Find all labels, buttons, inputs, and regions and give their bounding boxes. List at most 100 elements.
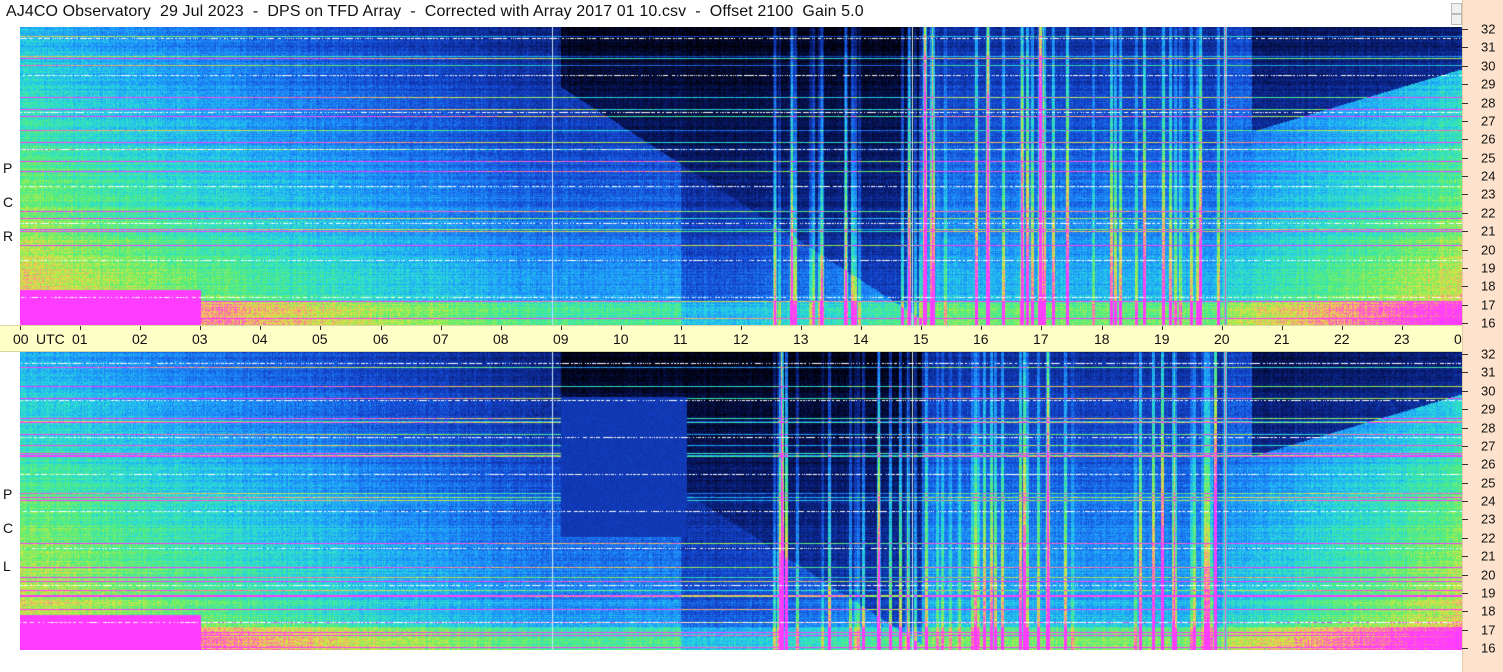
freq-tick <box>1462 501 1468 502</box>
freq-label-top-27: 27 <box>1481 113 1496 129</box>
time-label-1: UTC <box>36 331 65 347</box>
pol-letter-top-3: R <box>3 228 14 244</box>
time-axis: 00 UTC 01 02 03 04 05 06 07 08 09 10 11 12 13 14 15 16 17 1… <box>0 325 1493 352</box>
freq-label-top-20: 20 <box>1481 242 1496 258</box>
time-tick <box>1041 326 1042 330</box>
time-label-18: 17 <box>1033 331 1049 347</box>
time-tick <box>441 326 442 330</box>
freq-tick <box>1462 213 1468 214</box>
freq-label-bottom-17: 17 <box>1481 622 1496 638</box>
time-tick <box>561 326 562 330</box>
freq-label-top-22: 22 <box>1481 205 1496 221</box>
pol-letter-top-1: P <box>3 160 13 176</box>
time-tick <box>260 326 261 330</box>
scroll-up-button[interactable] <box>1451 3 1462 14</box>
freq-tick <box>1462 556 1468 557</box>
time-tick <box>1102 326 1103 330</box>
freq-tick <box>1462 648 1468 649</box>
freq-tick <box>1462 630 1468 631</box>
pol-letter-bottom-1: P <box>3 486 13 502</box>
freq-tick <box>1462 372 1468 373</box>
time-tick <box>1402 326 1403 330</box>
freq-label-top-24: 24 <box>1481 168 1496 184</box>
time-label-14: 13 <box>793 331 809 347</box>
time-tick <box>20 326 21 330</box>
freq-label-bottom-31: 31 <box>1481 364 1496 380</box>
time-label-22: 21 <box>1274 331 1290 347</box>
freq-label-bottom-30: 30 <box>1481 383 1496 399</box>
freq-label-top-18: 18 <box>1481 278 1496 294</box>
time-tick <box>1222 326 1223 330</box>
pol-letter-top-2: C <box>3 194 14 210</box>
time-label-3: 02 <box>132 331 148 347</box>
time-tick <box>320 326 321 330</box>
freq-tick <box>1462 121 1468 122</box>
freq-tick <box>1462 47 1468 48</box>
time-label-7: 06 <box>373 331 389 347</box>
time-tick <box>501 326 502 330</box>
pol-letter-bottom-3: L <box>3 558 11 574</box>
freq-tick <box>1462 611 1468 612</box>
time-tick <box>801 326 802 330</box>
freq-tick <box>1462 158 1468 159</box>
time-tick <box>861 326 862 330</box>
freq-tick <box>1462 194 1468 195</box>
freq-tick <box>1462 593 1468 594</box>
freq-label-bottom-18: 18 <box>1481 603 1496 619</box>
freq-tick <box>1462 323 1468 324</box>
title-bar: AJ4CO Observatory 29 Jul 2023 - DPS on T… <box>0 0 1462 28</box>
freq-tick <box>1462 305 1468 306</box>
time-label-8: 07 <box>433 331 449 347</box>
time-tick <box>1162 326 1163 330</box>
freq-label-bottom-32: 32 <box>1481 346 1496 362</box>
time-tick <box>1282 326 1283 330</box>
freq-tick <box>1462 354 1468 355</box>
time-label-19: 18 <box>1094 331 1110 347</box>
freq-label-top-19: 19 <box>1481 260 1496 276</box>
chart-title: AJ4CO Observatory 29 Jul 2023 - DPS on T… <box>6 3 864 20</box>
rcp-spectrogram-image <box>20 27 1462 325</box>
freq-label-top-25: 25 <box>1481 150 1496 166</box>
freq-tick <box>1462 483 1468 484</box>
freq-label-bottom-16: 16 <box>1481 640 1496 656</box>
freq-label-bottom-25: 25 <box>1481 475 1496 491</box>
time-label-21: 20 <box>1214 331 1230 347</box>
freq-tick <box>1462 66 1468 67</box>
time-tick <box>80 326 81 330</box>
freq-tick <box>1462 29 1468 30</box>
time-tick <box>1342 326 1343 330</box>
time-label-17: 16 <box>973 331 989 347</box>
freq-tick <box>1462 103 1468 104</box>
time-label-2: 01 <box>72 331 88 347</box>
scroll-down-button[interactable] <box>1451 14 1462 25</box>
lcp-spectrogram-panel <box>20 352 1462 650</box>
freq-tick <box>1462 464 1468 465</box>
freq-tick <box>1462 428 1468 429</box>
rcp-spectrogram-panel <box>20 27 1462 325</box>
freq-tick <box>1462 575 1468 576</box>
freq-label-top-21: 21 <box>1481 223 1496 239</box>
freq-label-bottom-21: 21 <box>1481 548 1496 564</box>
freq-label-bottom-19: 19 <box>1481 585 1496 601</box>
freq-tick <box>1462 268 1468 269</box>
freq-label-top-32: 32 <box>1481 21 1496 37</box>
time-tick <box>381 326 382 330</box>
freq-tick <box>1462 176 1468 177</box>
time-tick <box>741 326 742 330</box>
time-tick <box>981 326 982 330</box>
freq-label-bottom-29: 29 <box>1481 401 1496 417</box>
time-tick <box>921 326 922 330</box>
freq-label-top-16: 16 <box>1481 315 1496 331</box>
freq-label-bottom-20: 20 <box>1481 567 1496 583</box>
time-label-24: 23 <box>1394 331 1410 347</box>
freq-label-top-31: 31 <box>1481 39 1496 55</box>
spectrogram-window: AJ4CO Observatory 29 Jul 2023 - DPS on T… <box>0 0 1503 672</box>
lcp-spectrogram-image <box>20 352 1462 650</box>
time-label-15: 14 <box>853 331 869 347</box>
freq-label-top-26: 26 <box>1481 131 1496 147</box>
time-label-11: 10 <box>613 331 629 347</box>
time-label-16: 15 <box>913 331 929 347</box>
freq-tick <box>1462 391 1468 392</box>
time-label-23: 22 <box>1334 331 1350 347</box>
freq-label-bottom-24: 24 <box>1481 493 1496 509</box>
